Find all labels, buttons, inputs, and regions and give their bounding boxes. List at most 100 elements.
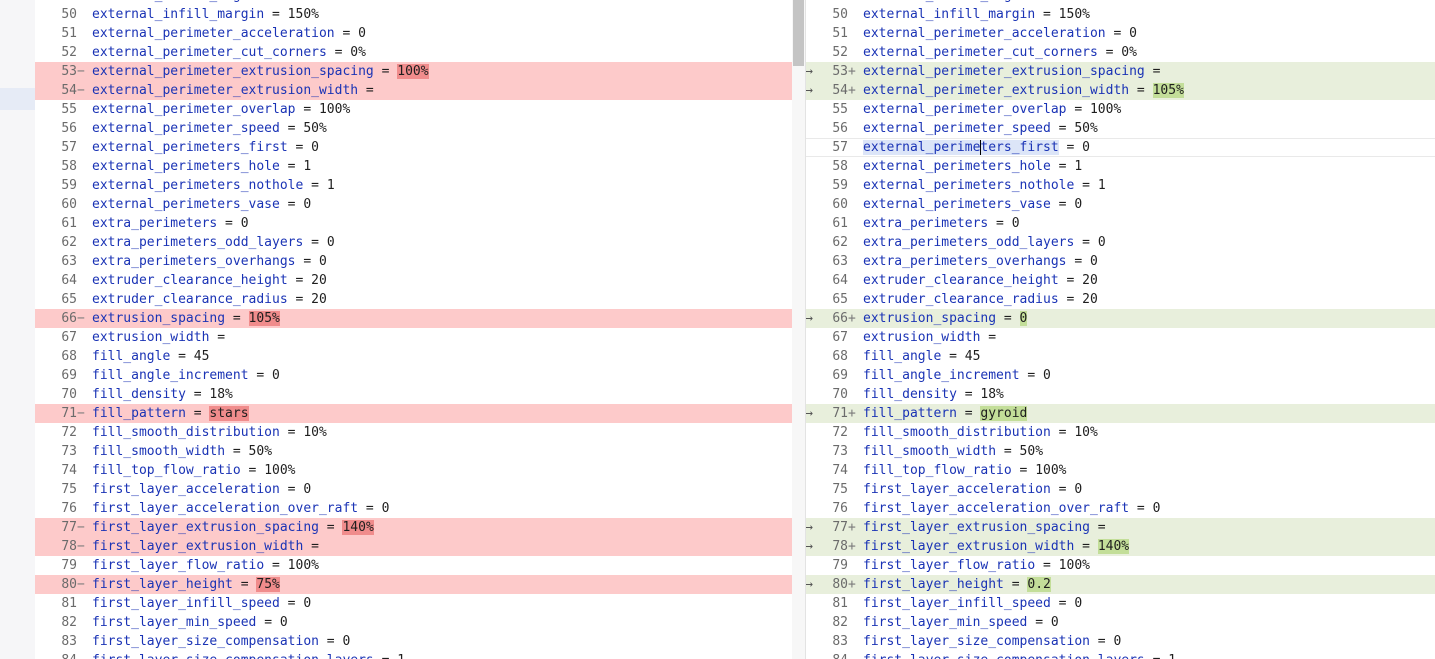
- assign-operator: =: [303, 539, 319, 554]
- diff-line[interactable]: 65 extruder_clearance_radius = 20: [806, 290, 1435, 309]
- diff-line[interactable]: 52 external_perimeter_cut_corners = 0%: [35, 43, 792, 62]
- revert-arrow-icon[interactable]: →: [806, 518, 819, 537]
- revert-arrow-icon[interactable]: →: [806, 537, 819, 556]
- diff-line[interactable]: 81 first_layer_infill_speed = 0: [35, 594, 792, 613]
- assign-operator: =: [956, 406, 981, 421]
- diff-line[interactable]: 81 first_layer_infill_speed = 0: [806, 594, 1435, 613]
- revert-arrow-icon[interactable]: →: [806, 575, 819, 594]
- diff-line[interactable]: 79 first_layer_flow_ratio = 100%: [35, 556, 792, 575]
- diff-line[interactable]: 59 external_perimeters_nothole = 1: [806, 176, 1435, 195]
- diff-line[interactable]: 74 fill_top_flow_ratio = 100%: [35, 461, 792, 480]
- diff-line[interactable]: 57 external_perimeters_first = 0: [35, 138, 792, 157]
- diff-line[interactable]: 71− fill_pattern = stars: [35, 404, 792, 423]
- diff-line[interactable]: 68 fill_angle = 45: [35, 347, 792, 366]
- revert-arrow-icon[interactable]: →: [806, 404, 819, 423]
- diff-line[interactable]: 59 external_perimeters_nothole = 1: [35, 176, 792, 195]
- setting-value: 100%: [287, 558, 319, 573]
- diff-line[interactable]: 65 extruder_clearance_radius = 20: [35, 290, 792, 309]
- diff-line[interactable]: 77− first_layer_extrusion_spacing = 140%: [35, 518, 792, 537]
- diff-line[interactable]: 56 external_perimeter_speed = 50%: [35, 119, 792, 138]
- code-text: first_layer_min_speed = 0: [92, 613, 288, 632]
- diff-line[interactable]: 50 external_infill_margin = 150%: [35, 5, 792, 24]
- diff-line[interactable]: 51 external_perimeter_acceleration = 0: [35, 24, 792, 43]
- scrollbar-track[interactable]: [792, 0, 805, 659]
- diff-line[interactable]: 66 + → extrusion_spacing = 0: [806, 309, 1435, 328]
- diff-line[interactable]: 82 first_layer_min_speed = 0: [35, 613, 792, 632]
- diff-line[interactable]: 69 fill_angle_increment = 0: [806, 366, 1435, 385]
- diff-line[interactable]: 75 first_layer_acceleration = 0: [806, 480, 1435, 499]
- diff-line[interactable]: 84 first_layer_size_compensation_layers =…: [806, 651, 1435, 659]
- diff-line[interactable]: 51 external_perimeter_acceleration = 0: [806, 24, 1435, 43]
- diff-line[interactable]: 54 + → external_perimeter_extrusion_width =…: [806, 81, 1435, 100]
- diff-line[interactable]: 61 extra_perimeters = 0: [35, 214, 792, 233]
- diff-line[interactable]: 73 fill_smooth_width = 50%: [35, 442, 792, 461]
- diff-line[interactable]: 63 extra_perimeters_overhangs = 0: [806, 252, 1435, 271]
- revert-arrow-icon[interactable]: →: [806, 309, 819, 328]
- original-pane[interactable]: 49external_infill_angle = 050external_in…: [35, 0, 792, 659]
- revert-arrow-icon[interactable]: →: [806, 62, 819, 81]
- scrollbar-thumb[interactable]: [793, 0, 804, 66]
- line-number: 77: [61, 520, 77, 535]
- setting-key: fill_top_flow_ratio: [863, 463, 1012, 478]
- diff-line[interactable]: 72 fill_smooth_distribution = 10%: [35, 423, 792, 442]
- diff-line[interactable]: 72 fill_smooth_distribution = 10%: [806, 423, 1435, 442]
- diff-line[interactable]: 74 fill_top_flow_ratio = 100%: [806, 461, 1435, 480]
- diff-line[interactable]: 62 extra_perimeters_odd_layers = 0: [35, 233, 792, 252]
- diff-line[interactable]: 82 first_layer_min_speed = 0: [806, 613, 1435, 632]
- diff-line[interactable]: 73 fill_smooth_width = 50%: [806, 442, 1435, 461]
- diff-line[interactable]: 83 first_layer_size_compensation = 0: [35, 632, 792, 651]
- diff-line[interactable]: 55 external_perimeter_overlap = 100%: [806, 100, 1435, 119]
- diff-line[interactable]: 58 external_perimeters_hole = 1: [35, 157, 792, 176]
- setting-value: 105%: [1152, 83, 1184, 98]
- diff-line[interactable]: 52 external_perimeter_cut_corners = 0%: [806, 43, 1435, 62]
- diff-line[interactable]: 71 + → fill_pattern = gyroid: [806, 404, 1435, 423]
- diff-line[interactable]: 83 first_layer_size_compensation = 0: [806, 632, 1435, 651]
- diff-line[interactable]: 63 extra_perimeters_overhangs = 0: [35, 252, 792, 271]
- code-text: external_infill_margin = 150%: [92, 5, 319, 24]
- diff-line[interactable]: 58 external_perimeters_hole = 1: [806, 157, 1435, 176]
- modified-pane[interactable]: 49external_infill_angle = 050external_in…: [806, 0, 1435, 659]
- setting-key: external_perimeters_first: [863, 140, 1059, 155]
- diff-line[interactable]: 70 fill_density = 18%: [35, 385, 792, 404]
- diff-line[interactable]: 60 external_perimeters_vase = 0: [806, 195, 1435, 214]
- diff-line[interactable]: 68 fill_angle = 45: [806, 347, 1435, 366]
- code-text: first_layer_size_compensation = 0: [863, 632, 1121, 651]
- diff-line[interactable]: 57 external_perimeters_first = 0: [806, 138, 1435, 157]
- diff-line[interactable]: 79 first_layer_flow_ratio = 100%: [806, 556, 1435, 575]
- diff-line[interactable]: 61 extra_perimeters = 0: [806, 214, 1435, 233]
- diff-line[interactable]: 78− first_layer_extrusion_width =: [35, 537, 792, 556]
- diff-line[interactable]: 54− external_perimeter_extrusion_width =: [35, 81, 792, 100]
- diff-line[interactable]: 76 first_layer_acceleration_over_raft = 0: [35, 499, 792, 518]
- diff-line[interactable]: 69 fill_angle_increment = 0: [35, 366, 792, 385]
- diff-line[interactable]: 67 extrusion_width =: [806, 328, 1435, 347]
- diff-line[interactable]: 50 external_infill_margin = 150%: [806, 5, 1435, 24]
- diff-line[interactable]: 75 first_layer_acceleration = 0: [35, 480, 792, 499]
- diff-line[interactable]: 70 fill_density = 18%: [806, 385, 1435, 404]
- assign-operator: =: [1074, 178, 1098, 193]
- diff-line[interactable]: 53− external_perimeter_extrusion_spacing …: [35, 62, 792, 81]
- line-number: 57: [61, 140, 77, 155]
- diff-line[interactable]: 78 + → first_layer_extrusion_width = 140%: [806, 537, 1435, 556]
- diff-line[interactable]: 56 external_perimeter_speed = 50%: [806, 119, 1435, 138]
- line-number: 50: [832, 7, 848, 22]
- assign-operator: =: [980, 330, 997, 345]
- diff-line[interactable]: 80− first_layer_height = 75%: [35, 575, 792, 594]
- code-text: extra_perimeters_overhangs = 0: [92, 252, 327, 271]
- diff-line[interactable]: 55 external_perimeter_overlap = 100%: [35, 100, 792, 119]
- diff-line[interactable]: 62 extra_perimeters_odd_layers = 0: [806, 233, 1435, 252]
- diff-line[interactable]: 64 extruder_clearance_height = 20: [35, 271, 792, 290]
- code-text: first_layer_infill_speed = 0: [863, 594, 1082, 613]
- assign-operator: =: [279, 197, 304, 212]
- revert-arrow-icon[interactable]: →: [806, 81, 819, 100]
- diff-line[interactable]: 66− extrusion_spacing = 105%: [35, 309, 792, 328]
- diff-line[interactable]: 60 external_perimeters_vase = 0: [35, 195, 792, 214]
- diff-line[interactable]: 84 first_layer_size_compensation_layers =…: [35, 651, 792, 659]
- setting-key: first_layer_flow_ratio: [92, 558, 265, 573]
- diff-line[interactable]: 80 + → first_layer_height = 0.2: [806, 575, 1435, 594]
- diff-line[interactable]: 67 extrusion_width =: [35, 328, 792, 347]
- diff-line[interactable]: 64 extruder_clearance_height = 20: [806, 271, 1435, 290]
- diff-line[interactable]: 77 + → first_layer_extrusion_spacing =: [806, 518, 1435, 537]
- assign-operator: =: [279, 482, 304, 497]
- diff-line[interactable]: 76 first_layer_acceleration_over_raft = 0: [806, 499, 1435, 518]
- diff-line[interactable]: 53 + → external_perimeter_extrusion_spacing…: [806, 62, 1435, 81]
